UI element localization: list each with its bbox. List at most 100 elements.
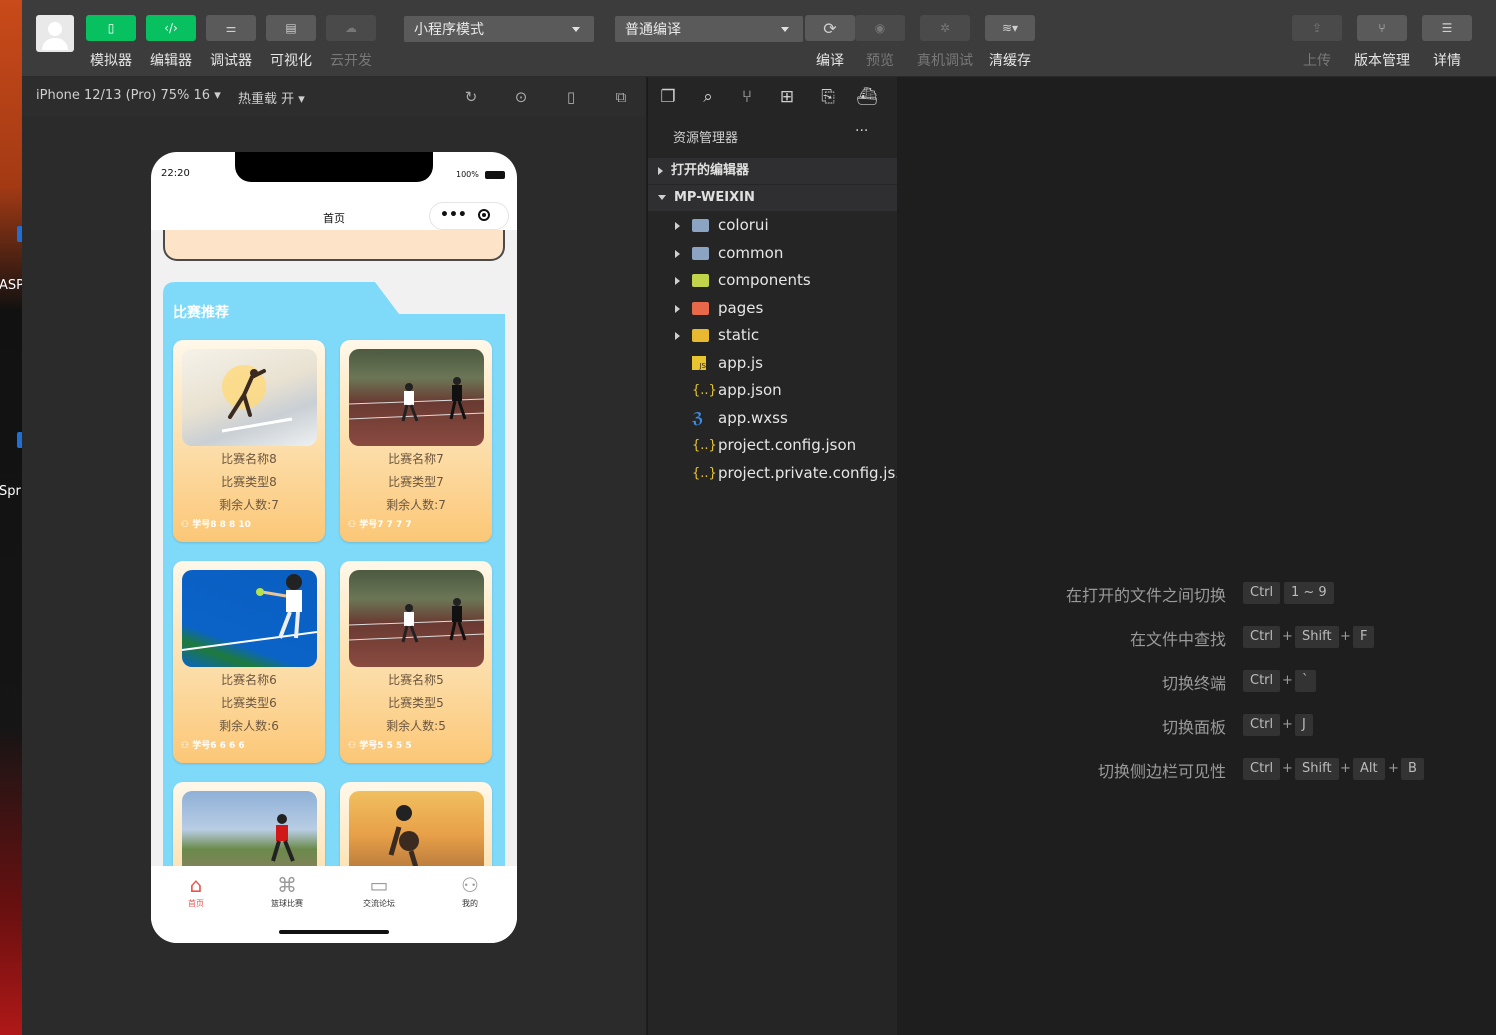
competition-card[interactable] (173, 782, 325, 866)
tab-mine[interactable]: ⚇ 我的 (440, 872, 500, 909)
components-folder-icon (692, 274, 709, 287)
source-control-icon[interactable]: ⑂ (736, 86, 758, 108)
tree-item-common[interactable]: common (648, 240, 897, 267)
card-meta: ⚇ 学号6 6 6 6 (181, 738, 245, 751)
docker-icon[interactable]: ⛴ (856, 86, 878, 108)
device-select[interactable]: iPhone 12/13 (Pro) 75% 16 ▾ (36, 88, 221, 103)
plus-sign: + (1282, 673, 1293, 688)
mini-program-capsule: ••• (429, 202, 509, 230)
user-icon: ⚇ (348, 741, 357, 751)
chat-icon: ▭ (369, 873, 389, 897)
tree-item-project-config[interactable]: {..} project.config.json (648, 432, 897, 459)
card-name: 比赛名称7 (388, 452, 444, 466)
simulator-toggle-button[interactable]: ▯ (86, 15, 136, 41)
editor-toggle-button[interactable]: ‹/› (146, 15, 196, 41)
search-icon[interactable]: ⌕ (697, 86, 719, 108)
tree-item-project-private-config[interactable]: {..} project.private.config.js... (648, 460, 897, 487)
clear-cache-button[interactable]: ≋▾ (985, 15, 1035, 41)
card-remain: 剩余人数:5 (386, 719, 446, 733)
upload-button[interactable]: ⇪ (1292, 15, 1342, 41)
preview-button[interactable]: ◉ (855, 15, 905, 41)
user-icon: ⚇ (181, 741, 190, 751)
remote-debug-button[interactable]: ✲ (920, 15, 970, 41)
device-rotate-icon[interactable]: ▯ (562, 88, 580, 106)
tree-item-app-wxss[interactable]: ℨapp.wxss (648, 405, 897, 432)
stop-icon[interactable]: ⊙ (512, 88, 530, 106)
plus-sign: + (1340, 629, 1351, 644)
user-avatar[interactable] (36, 15, 74, 52)
css-file-icon: ℨ (692, 409, 704, 427)
reload-icon[interactable]: ↻ (462, 88, 480, 106)
phone-notch (235, 152, 433, 182)
hot-reload-select[interactable]: 热重载 开 ▾ (238, 88, 305, 107)
extensions-icon[interactable]: ⊞ (776, 86, 798, 108)
tab-home[interactable]: ⌂ 首页 (166, 872, 226, 909)
tree-item-colorui[interactable]: colorui (648, 212, 897, 239)
competition-card[interactable]: 比赛名称7 比赛类型7 剩余人数:7 ⚇ 学号7 7 7 7 (340, 340, 492, 542)
tree-item-pages[interactable]: pages (648, 295, 897, 322)
more-actions-icon[interactable]: ··· (855, 123, 868, 139)
user-icon: ⚇ (348, 520, 357, 530)
card-type: 比赛类型7 (388, 475, 444, 489)
status-time: 22:20 (161, 168, 190, 179)
cloud-dev-label: 云开发 (330, 53, 372, 69)
compile-select[interactable]: 普通编译 (615, 16, 803, 42)
competition-card[interactable] (340, 782, 492, 866)
version-control-button[interactable]: ⑂ (1357, 15, 1407, 41)
key-cap: Ctrl (1243, 626, 1281, 648)
tab-forum-label: 交流论坛 (363, 899, 395, 908)
json-file-icon: {..} (692, 383, 717, 398)
tree-item-components[interactable]: components (648, 267, 897, 294)
detach-window-icon[interactable]: ⧉ (612, 88, 630, 106)
open-editors-label: 打开的编辑器 (671, 163, 750, 178)
key-cap: Shift (1295, 626, 1339, 648)
key-cap: Ctrl (1243, 714, 1281, 736)
card-remain: 剩余人数:7 (219, 498, 279, 512)
key-cap: Ctrl (1243, 582, 1281, 604)
competition-card[interactable]: 比赛名称8 比赛类型8 剩余人数:7 ⚇ 学号8 8 8 10 (173, 340, 325, 542)
code-icon: ‹/› (164, 21, 178, 35)
details-button[interactable]: ☰ (1422, 15, 1472, 41)
card-meta-text: 学号5 5 5 5 (359, 741, 412, 751)
cloud-dev-button[interactable]: ☁ (326, 15, 376, 41)
chevron-right-icon (675, 250, 680, 258)
chevron-right-icon (675, 277, 680, 285)
tree-item-label: pages (718, 299, 764, 317)
tree-item-static[interactable]: static (648, 322, 897, 349)
tree-item-label: components (718, 271, 811, 289)
previous-card (163, 230, 505, 261)
outline-icon[interactable]: ⎘ (817, 86, 839, 108)
compile-button[interactable]: ⟳ (805, 15, 855, 41)
competition-card[interactable]: 比赛名称6 比赛类型6 剩余人数:6 ⚇ 学号6 6 6 6 (173, 561, 325, 763)
open-editors-section[interactable]: 打开的编辑器 (648, 158, 897, 184)
user-icon: ⚇ (181, 520, 190, 530)
visual-toggle-button[interactable]: ▤ (266, 15, 316, 41)
desktop-edge: ASP Spri (0, 0, 22, 1035)
shortcut-row: 切换侧边栏可见性 Ctrl + Shift + Alt + B (897, 758, 1496, 781)
key-cap: F (1353, 626, 1375, 648)
tree-item-app-json[interactable]: {..} app.json (648, 377, 897, 404)
explorer-panel: ❐ ⌕ ⑂ ⊞ ⎘ ⛴ 资源管理器 ··· 打开的编辑器 MP-WEIXIN c… (647, 77, 897, 1035)
key-cap: B (1401, 758, 1424, 780)
desktop-label-spri: Spri (0, 484, 22, 499)
close-capsule-icon[interactable] (478, 209, 490, 221)
mode-select[interactable]: 小程序模式 (404, 16, 594, 42)
card-meta-text: 学号7 7 7 7 (359, 520, 412, 530)
files-icon[interactable]: ❐ (657, 86, 679, 108)
branch-icon: ⑂ (1378, 21, 1386, 35)
more-dots-icon[interactable]: ••• (440, 208, 467, 222)
project-label: MP-WEIXIN (674, 190, 755, 205)
competition-card[interactable]: 比赛名称5 比赛类型5 剩余人数:5 ⚇ 学号5 5 5 5 (340, 561, 492, 763)
plus-sign: + (1282, 629, 1293, 644)
debugger-toggle-button[interactable]: ⚌ (206, 15, 256, 41)
details-label: 详情 (1433, 53, 1461, 69)
tab-basketball[interactable]: ⌘ 篮球比赛 (257, 872, 317, 909)
tab-forum[interactable]: ▭ 交流论坛 (349, 872, 409, 909)
tree-item-label: colorui (718, 216, 769, 234)
device-select-value: iPhone 12/13 (Pro) 75% 16 (36, 88, 211, 103)
battery-icon (485, 171, 505, 179)
status-battery-text: 100% (456, 170, 479, 179)
project-section[interactable]: MP-WEIXIN (648, 185, 897, 211)
tree-item-app-js[interactable]: JS app.js (648, 350, 897, 377)
competition-image (182, 570, 317, 667)
